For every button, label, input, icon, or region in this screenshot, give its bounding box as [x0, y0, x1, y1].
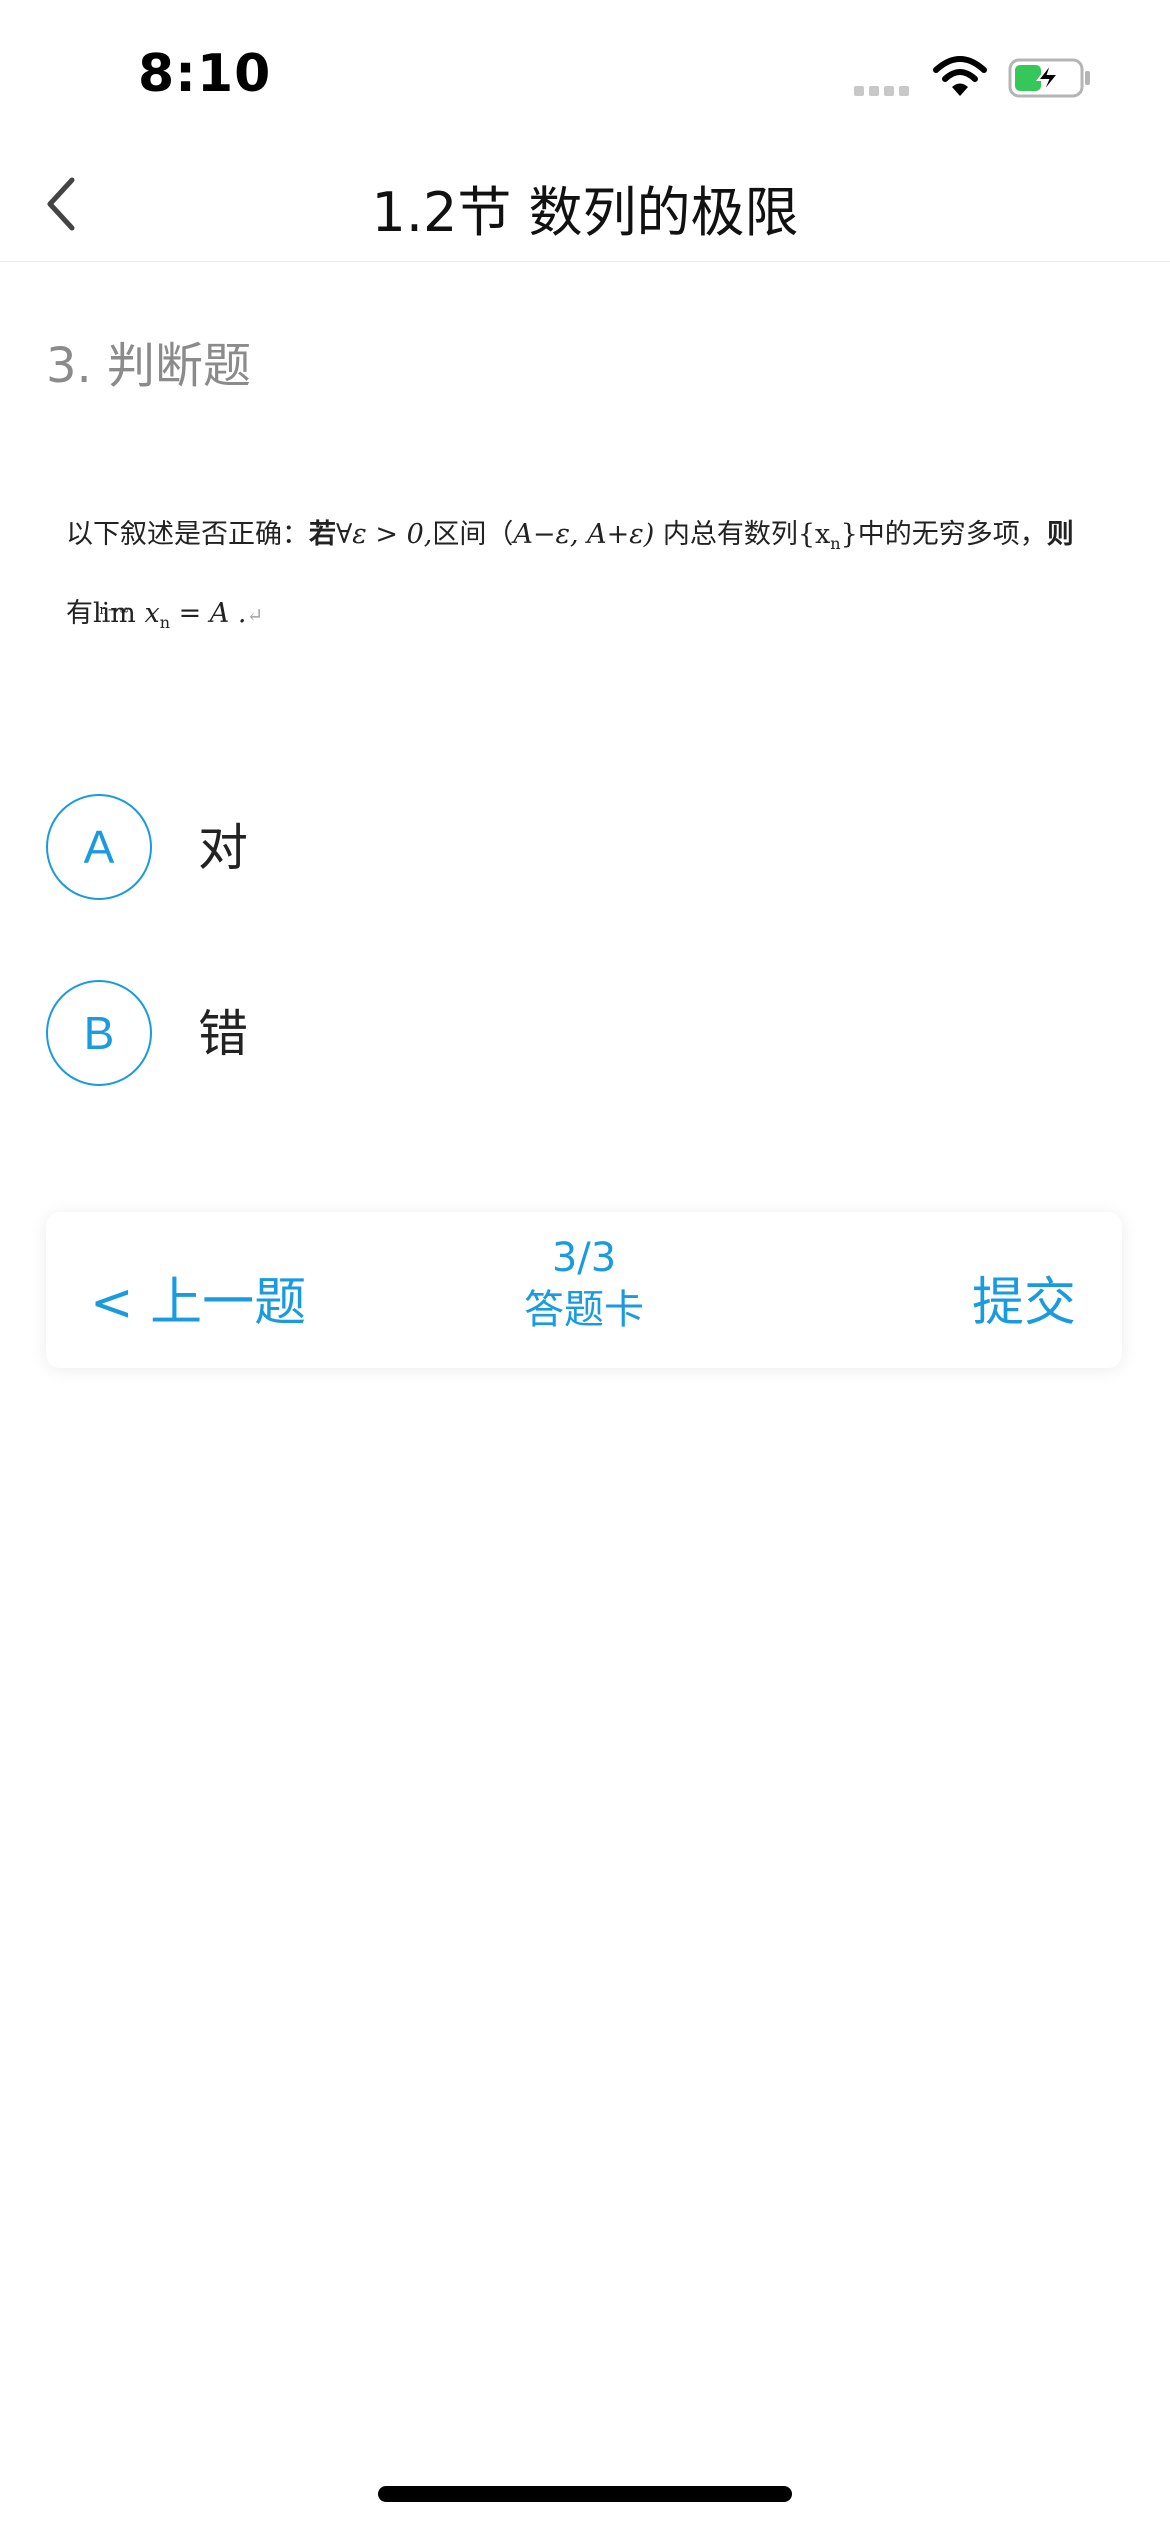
- question-prefix: 以下叙述是否正确：: [66, 519, 309, 550]
- question-condition: ∀ε > 0,: [336, 519, 433, 550]
- question-suffix: }中的无穷多项，: [840, 519, 1047, 550]
- option-b-text: 错: [198, 1005, 248, 1063]
- question-then-word: 则: [1046, 519, 1074, 550]
- limit-equals: = A .: [170, 598, 247, 629]
- submit-button[interactable]: 提交: [972, 1260, 1076, 1335]
- question-text: 以下叙述是否正确：若∀ε > 0,区间（A−ε, A+ε) 内总有数列{xn}中…: [66, 500, 1074, 658]
- option-a-letter: A: [46, 794, 152, 900]
- subscript-n: n: [159, 613, 170, 632]
- question-navigation-card: < 上一题 3/3 答题卡 提交: [46, 1212, 1122, 1368]
- home-indicator: [378, 2486, 792, 2502]
- question-if-word: 若: [309, 519, 336, 550]
- status-time: 8:10: [138, 44, 272, 104]
- navigation-bar: 1.2节 数列的极限: [0, 150, 1170, 262]
- progress-block: 3/3 答题卡: [46, 1232, 1122, 1336]
- limit-expression: lim n→∞: [93, 579, 136, 649]
- option-a-text: 对: [198, 819, 248, 877]
- battery-charging-icon: [1008, 58, 1090, 98]
- question-line-2: 有lim n→∞ xn = A .↵: [66, 579, 1066, 658]
- status-bar: 8:10: [0, 0, 1170, 150]
- question-line-1: 以下叙述是否正确：若∀ε > 0,区间（A−ε, A+ε) 内总有数列{xn}中…: [66, 500, 1074, 579]
- question-middle: 内总有数列{x: [654, 519, 831, 550]
- question-interval-label: 区间（: [432, 519, 514, 550]
- cellular-signal-icon: [854, 86, 909, 96]
- question-line2-prefix: 有: [66, 598, 93, 629]
- option-b-letter: B: [46, 980, 152, 1086]
- answer-card-button[interactable]: 答题卡: [524, 1284, 644, 1336]
- return-mark-icon: ↵: [246, 603, 264, 627]
- wifi-icon: [933, 56, 987, 96]
- option-a[interactable]: A 对: [46, 794, 746, 902]
- subscript-n: n: [830, 534, 841, 553]
- option-b[interactable]: B 错: [46, 980, 746, 1088]
- limit-variable: x: [135, 598, 160, 629]
- question-interval: A−ε, A+ε): [513, 519, 655, 550]
- question-progress: 3/3: [551, 1235, 617, 1281]
- page-title: 1.2节 数列的极限: [371, 181, 799, 244]
- limit-subscript: n→∞: [99, 603, 130, 618]
- question-type-label: 3. 判断题: [46, 338, 252, 394]
